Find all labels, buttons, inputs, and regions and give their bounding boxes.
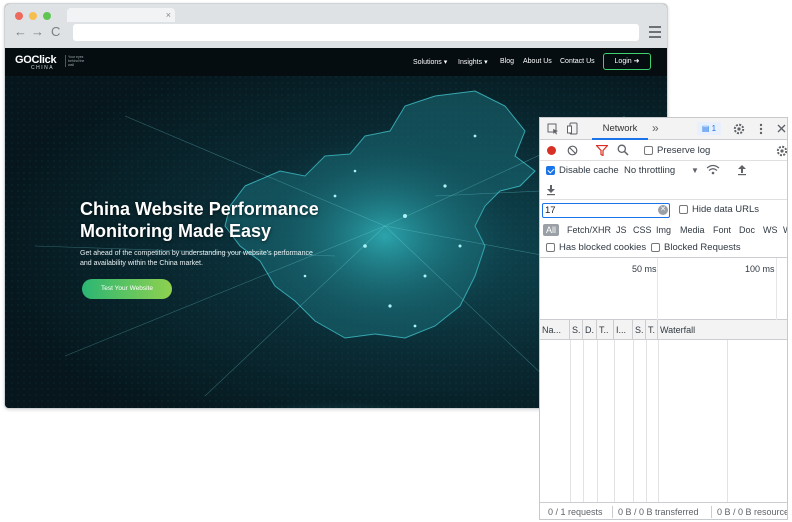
type-css[interactable]: CSS bbox=[633, 224, 652, 236]
col-time[interactable]: T. bbox=[646, 320, 658, 340]
hero-subtitle: Get ahead of the competition by understa… bbox=[80, 250, 313, 267]
resource-type-filters: All Fetch/XHR JS CSS Img Media Font Doc … bbox=[540, 220, 787, 240]
browser-chrome: × ← → C bbox=[5, 4, 667, 48]
record-icon[interactable] bbox=[546, 145, 557, 156]
hide-data-urls-label: Hide data URLs bbox=[692, 204, 760, 215]
issues-badge[interactable]: ▤ 1 bbox=[697, 122, 721, 135]
status-transferred: 0 B / 0 B transferred bbox=[618, 507, 699, 517]
download-icon[interactable] bbox=[546, 184, 556, 196]
nav-contact[interactable]: Contact Us bbox=[560, 58, 595, 65]
issues-count: 1 bbox=[711, 124, 717, 133]
col-initiator[interactable]: I... bbox=[614, 320, 633, 340]
network-toolbar-2: Disable cache No throttling ▼ bbox=[540, 161, 787, 180]
settings-icon[interactable] bbox=[733, 123, 745, 135]
request-table-body bbox=[540, 340, 787, 502]
network-status-bar: 0 / 1 requests 0 B / 0 B transferred 0 B… bbox=[540, 502, 788, 519]
browser-menu-icon[interactable] bbox=[649, 26, 661, 38]
type-fetch-xhr[interactable]: Fetch/XHR bbox=[567, 224, 611, 236]
has-blocked-cookies-label: Has blocked cookies bbox=[559, 242, 647, 253]
network-settings-icon[interactable] bbox=[776, 145, 788, 157]
disable-cache-checkbox[interactable] bbox=[546, 166, 555, 175]
reload-icon[interactable]: C bbox=[51, 25, 60, 39]
filter-row: 17 ✕ Hide data URLs bbox=[540, 200, 787, 220]
nav-solutions[interactable]: Solutions ▾ bbox=[413, 58, 447, 66]
throttling-select[interactable]: No throttling bbox=[624, 165, 675, 177]
col-type[interactable]: T.. bbox=[597, 320, 614, 340]
preserve-log-checkbox[interactable] bbox=[644, 146, 653, 155]
window-close-button[interactable] bbox=[15, 12, 23, 20]
blocked-requests-checkbox[interactable] bbox=[651, 243, 660, 252]
more-tabs-icon[interactable]: » bbox=[652, 122, 659, 134]
preserve-log-label: Preserve log bbox=[657, 145, 711, 156]
timeline-tick-100: 100 ms bbox=[745, 264, 775, 274]
timeline-overview[interactable]: 50 ms 100 ms bbox=[540, 258, 787, 320]
col-status[interactable]: S. bbox=[570, 320, 583, 340]
test-website-button[interactable]: Test Your Website bbox=[82, 279, 172, 299]
devtools-tabbar: Network » ▤ 1 bbox=[540, 118, 787, 140]
type-all[interactable]: All bbox=[543, 224, 560, 236]
forward-icon[interactable]: → bbox=[31, 25, 44, 39]
type-wasm[interactable]: W bbox=[783, 224, 787, 236]
tab-network[interactable]: Network bbox=[592, 118, 648, 140]
request-table-header: Na... S. D. T.. I... S. T. Waterfall bbox=[540, 320, 787, 340]
address-bar[interactable] bbox=[73, 24, 639, 41]
type-media[interactable]: Media bbox=[680, 224, 705, 236]
site-tagline: Your eyes behind the wall bbox=[65, 55, 91, 67]
tab-close-icon[interactable]: × bbox=[166, 9, 171, 21]
col-domain[interactable]: D. bbox=[583, 320, 597, 340]
back-icon[interactable]: ← bbox=[14, 25, 27, 39]
status-resources: 0 B / 0 B resources bbox=[717, 507, 788, 517]
type-doc[interactable]: Doc bbox=[739, 224, 755, 236]
blocked-requests-label: Blocked Requests bbox=[664, 242, 741, 253]
window-maximize-button[interactable] bbox=[43, 12, 51, 20]
window-minimize-button[interactable] bbox=[29, 12, 37, 20]
site-logo-sub: CHINA bbox=[31, 65, 55, 71]
chevron-down-icon[interactable]: ▼ bbox=[691, 165, 699, 177]
status-requests: 0 / 1 requests bbox=[548, 507, 603, 517]
inspect-icon[interactable] bbox=[547, 123, 559, 135]
col-name[interactable]: Na... bbox=[540, 320, 570, 340]
type-ws[interactable]: WS bbox=[763, 224, 778, 236]
hide-data-urls-checkbox[interactable] bbox=[679, 205, 688, 214]
devtools-panel: Network » ▤ 1 Preserve log Disable cache… bbox=[539, 117, 788, 520]
issues-icon: ▤ bbox=[701, 124, 710, 133]
col-size[interactable]: S. bbox=[633, 320, 646, 340]
type-img[interactable]: Img bbox=[656, 224, 671, 236]
network-toolbar: Preserve log bbox=[540, 140, 788, 161]
nav-blog[interactable]: Blog bbox=[500, 58, 514, 65]
close-icon[interactable] bbox=[776, 123, 787, 134]
has-blocked-cookies-checkbox[interactable] bbox=[546, 243, 555, 252]
nav-about[interactable]: About Us bbox=[523, 58, 552, 65]
clear-filter-icon[interactable]: ✕ bbox=[658, 205, 668, 215]
blocked-filters: Has blocked cookies Blocked Requests bbox=[540, 240, 787, 258]
network-toolbar-3 bbox=[540, 180, 787, 200]
browser-tab[interactable]: × bbox=[67, 8, 175, 22]
disable-cache-label: Disable cache bbox=[559, 165, 619, 176]
device-toolbar-icon[interactable] bbox=[567, 122, 579, 135]
login-button[interactable]: Login ➜ bbox=[603, 53, 651, 70]
filter-icon[interactable] bbox=[596, 145, 608, 156]
site-header: GOClick CHINA Your eyes behind the wall … bbox=[5, 48, 667, 76]
clear-icon[interactable] bbox=[567, 145, 578, 156]
hero-title: China Website Performance Monitoring Mad… bbox=[80, 199, 319, 241]
kebab-icon[interactable] bbox=[758, 123, 764, 135]
search-icon[interactable] bbox=[617, 144, 629, 156]
col-waterfall[interactable]: Waterfall bbox=[658, 320, 786, 340]
nav-insights[interactable]: Insights ▾ bbox=[458, 58, 488, 66]
type-font[interactable]: Font bbox=[713, 224, 731, 236]
timeline-tick-50: 50 ms bbox=[632, 264, 657, 274]
wifi-icon[interactable] bbox=[706, 164, 720, 176]
upload-icon[interactable] bbox=[737, 164, 747, 176]
filter-input[interactable]: 17 bbox=[542, 203, 670, 218]
type-js[interactable]: JS bbox=[616, 224, 627, 236]
